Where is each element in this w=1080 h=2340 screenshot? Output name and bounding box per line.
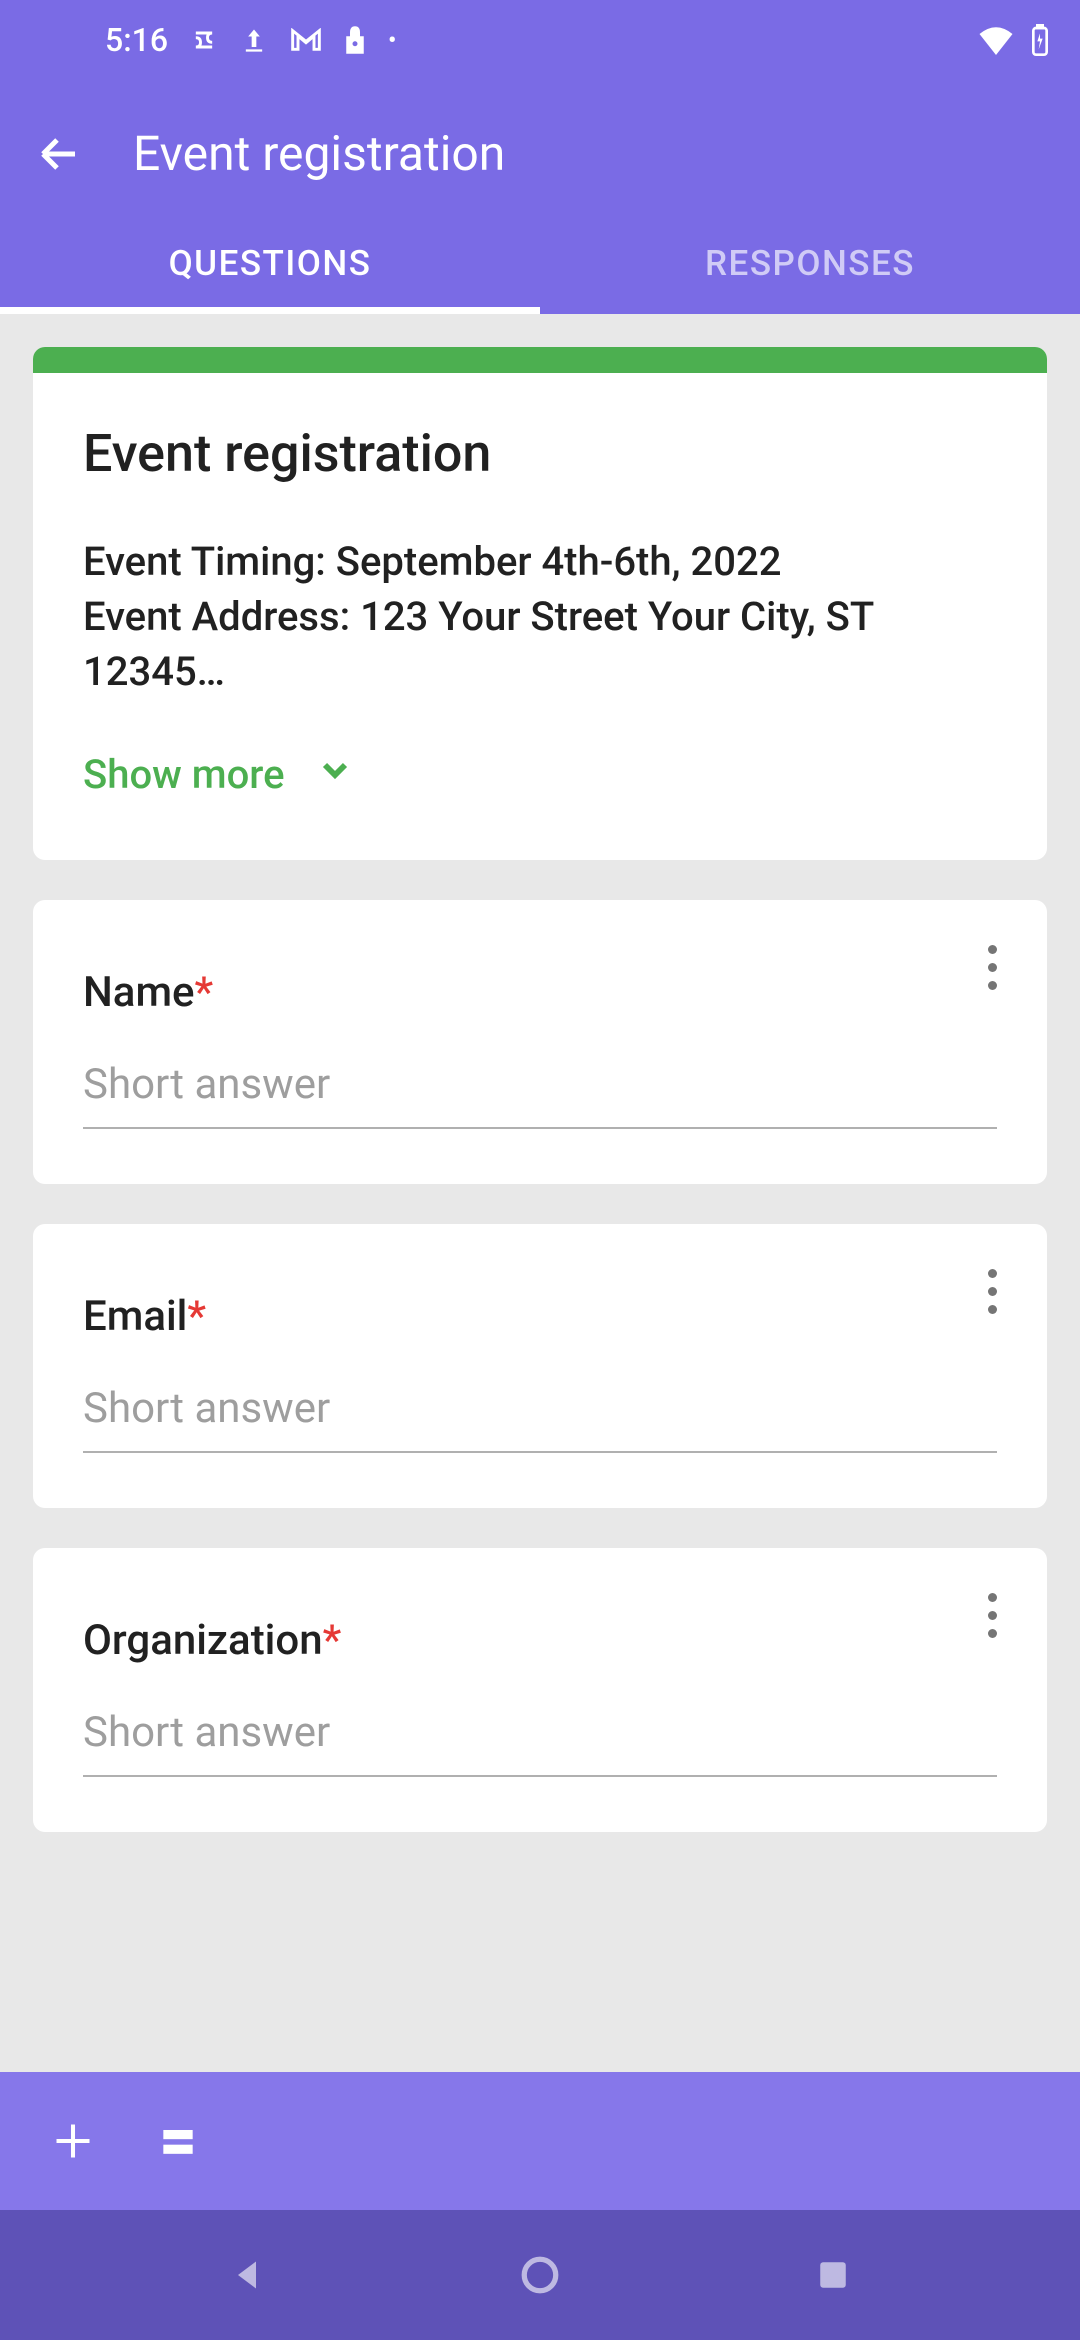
form-description: Event Timing: September 4th-6th, 2022 Ev…: [83, 534, 997, 700]
app-icon-1: [190, 26, 218, 54]
question-card-name[interactable]: Name*: [33, 900, 1047, 1184]
form-title: Event registration: [83, 423, 997, 484]
app-bar: Event registration: [0, 80, 1080, 212]
overflow-menu-button[interactable]: [972, 1586, 1012, 1646]
required-star: *: [187, 1292, 206, 1341]
show-more-label: Show more: [83, 751, 285, 798]
upload-icon: [240, 26, 268, 54]
required-star: *: [195, 968, 214, 1017]
tab-responses-label: RESPONSES: [705, 243, 915, 284]
status-bar: 5:16 •: [0, 0, 1080, 80]
status-right: [977, 24, 1050, 56]
gmail-icon: [290, 28, 322, 52]
more-dot-icon: •: [388, 26, 396, 54]
organization-input[interactable]: [83, 1700, 997, 1777]
content: Event registration Event Timing: Septemb…: [0, 314, 1080, 2032]
tabs: QUESTIONS RESPONSES: [0, 212, 1080, 314]
nav-home-button[interactable]: [510, 2245, 570, 2305]
form-accent: [33, 347, 1047, 373]
name-input[interactable]: [83, 1052, 997, 1129]
tab-questions-label: QUESTIONS: [169, 243, 372, 284]
form-header-card[interactable]: Event registration Event Timing: Septemb…: [33, 347, 1047, 860]
question-label: Name*: [83, 968, 997, 1017]
lock-icon: [344, 25, 366, 55]
question-card-email[interactable]: Email*: [33, 1224, 1047, 1508]
overflow-menu-button[interactable]: [972, 938, 1012, 998]
question-label: Email*: [83, 1292, 997, 1341]
nav-back-button[interactable]: [217, 2245, 277, 2305]
overflow-menu-button[interactable]: [972, 1262, 1012, 1322]
add-button[interactable]: [45, 2114, 100, 2169]
battery-icon: [1030, 24, 1050, 56]
email-input[interactable]: [83, 1376, 997, 1453]
bottom-toolbar: [0, 2072, 1080, 2210]
status-left: 5:16 •: [105, 21, 396, 59]
show-more-button[interactable]: Show more: [83, 750, 997, 800]
required-star: *: [323, 1616, 342, 1665]
back-button[interactable]: [35, 130, 83, 178]
tab-questions[interactable]: QUESTIONS: [0, 212, 540, 314]
page-title: Event registration: [133, 125, 505, 182]
question-card-organization[interactable]: Organization*: [33, 1548, 1047, 1832]
tab-responses[interactable]: RESPONSES: [540, 212, 1080, 314]
system-nav-bar: [0, 2210, 1080, 2340]
chevron-down-icon: [315, 750, 355, 800]
wifi-icon: [977, 25, 1015, 55]
question-label: Organization*: [83, 1616, 997, 1665]
status-time: 5:16: [105, 21, 168, 59]
nav-recent-button[interactable]: [803, 2245, 863, 2305]
menu-button[interactable]: [150, 2114, 205, 2169]
